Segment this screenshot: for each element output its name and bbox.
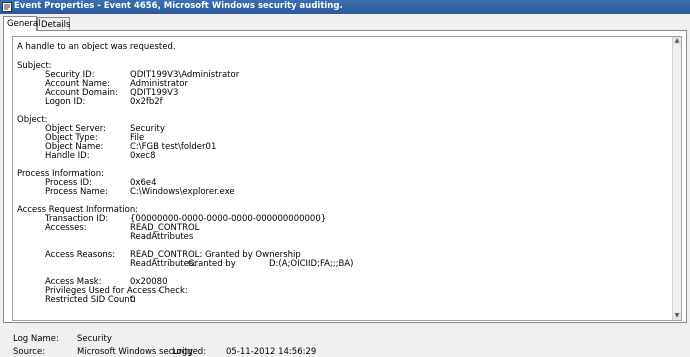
- logon-id-value: 0x2fb2f: [130, 97, 163, 107]
- restricted-sid-label: Restricted SID Count:: [45, 295, 136, 305]
- process-name-label: Process Name:: [45, 187, 108, 197]
- scroll-down-arrow-icon[interactable]: ▼: [673, 312, 681, 320]
- log-name-value[interactable]: Security: [77, 334, 112, 344]
- accesses-label: Accesses:: [45, 223, 87, 233]
- handle-id-label: Handle ID:: [45, 151, 90, 161]
- privileges-value: -: [158, 286, 162, 296]
- general-panel: A handle to an object was requested. Sub…: [3, 30, 687, 323]
- source-label: Source:: [13, 347, 46, 357]
- logged-label: Logged:: [172, 347, 207, 357]
- event-viewer-icon: [2, 2, 12, 12]
- logon-id-label: Logon ID:: [45, 97, 86, 107]
- access-reason-acl: D:(A;OICIID;FA;;;BA): [269, 259, 354, 269]
- title-bar[interactable]: Event Properties - Event 4656, Microsoft…: [0, 0, 690, 14]
- access-reason-granted-by: Granted by: [188, 259, 236, 269]
- tab-general[interactable]: General: [3, 16, 41, 31]
- handle-id-value: 0xec8: [130, 151, 156, 161]
- log-name-label: Log Name:: [13, 334, 59, 344]
- scroll-up-arrow-icon[interactable]: ▲: [673, 37, 681, 45]
- tab-details[interactable]: Details: [37, 17, 70, 31]
- event-headline: A handle to an object was requested.: [17, 42, 176, 52]
- process-name-value: C:\Windows\explorer.exe: [130, 187, 235, 197]
- event-description-box[interactable]: A handle to an object was requested. Sub…: [12, 36, 682, 321]
- restricted-sid-value: 0: [130, 295, 136, 305]
- window-title: Event Properties - Event 4656, Microsoft…: [14, 1, 343, 11]
- access-read-attributes: ReadAttributes: [130, 232, 194, 242]
- vertical-scrollbar[interactable]: ▲ ▼: [672, 37, 681, 320]
- logged-value[interactable]: 05-11-2012 14:56:29: [226, 347, 316, 357]
- access-reason-read-attributes-name: ReadAttributes:: [130, 259, 197, 269]
- access-reasons-label: Access Reasons:: [45, 250, 116, 260]
- object-heading: Object:: [17, 115, 48, 125]
